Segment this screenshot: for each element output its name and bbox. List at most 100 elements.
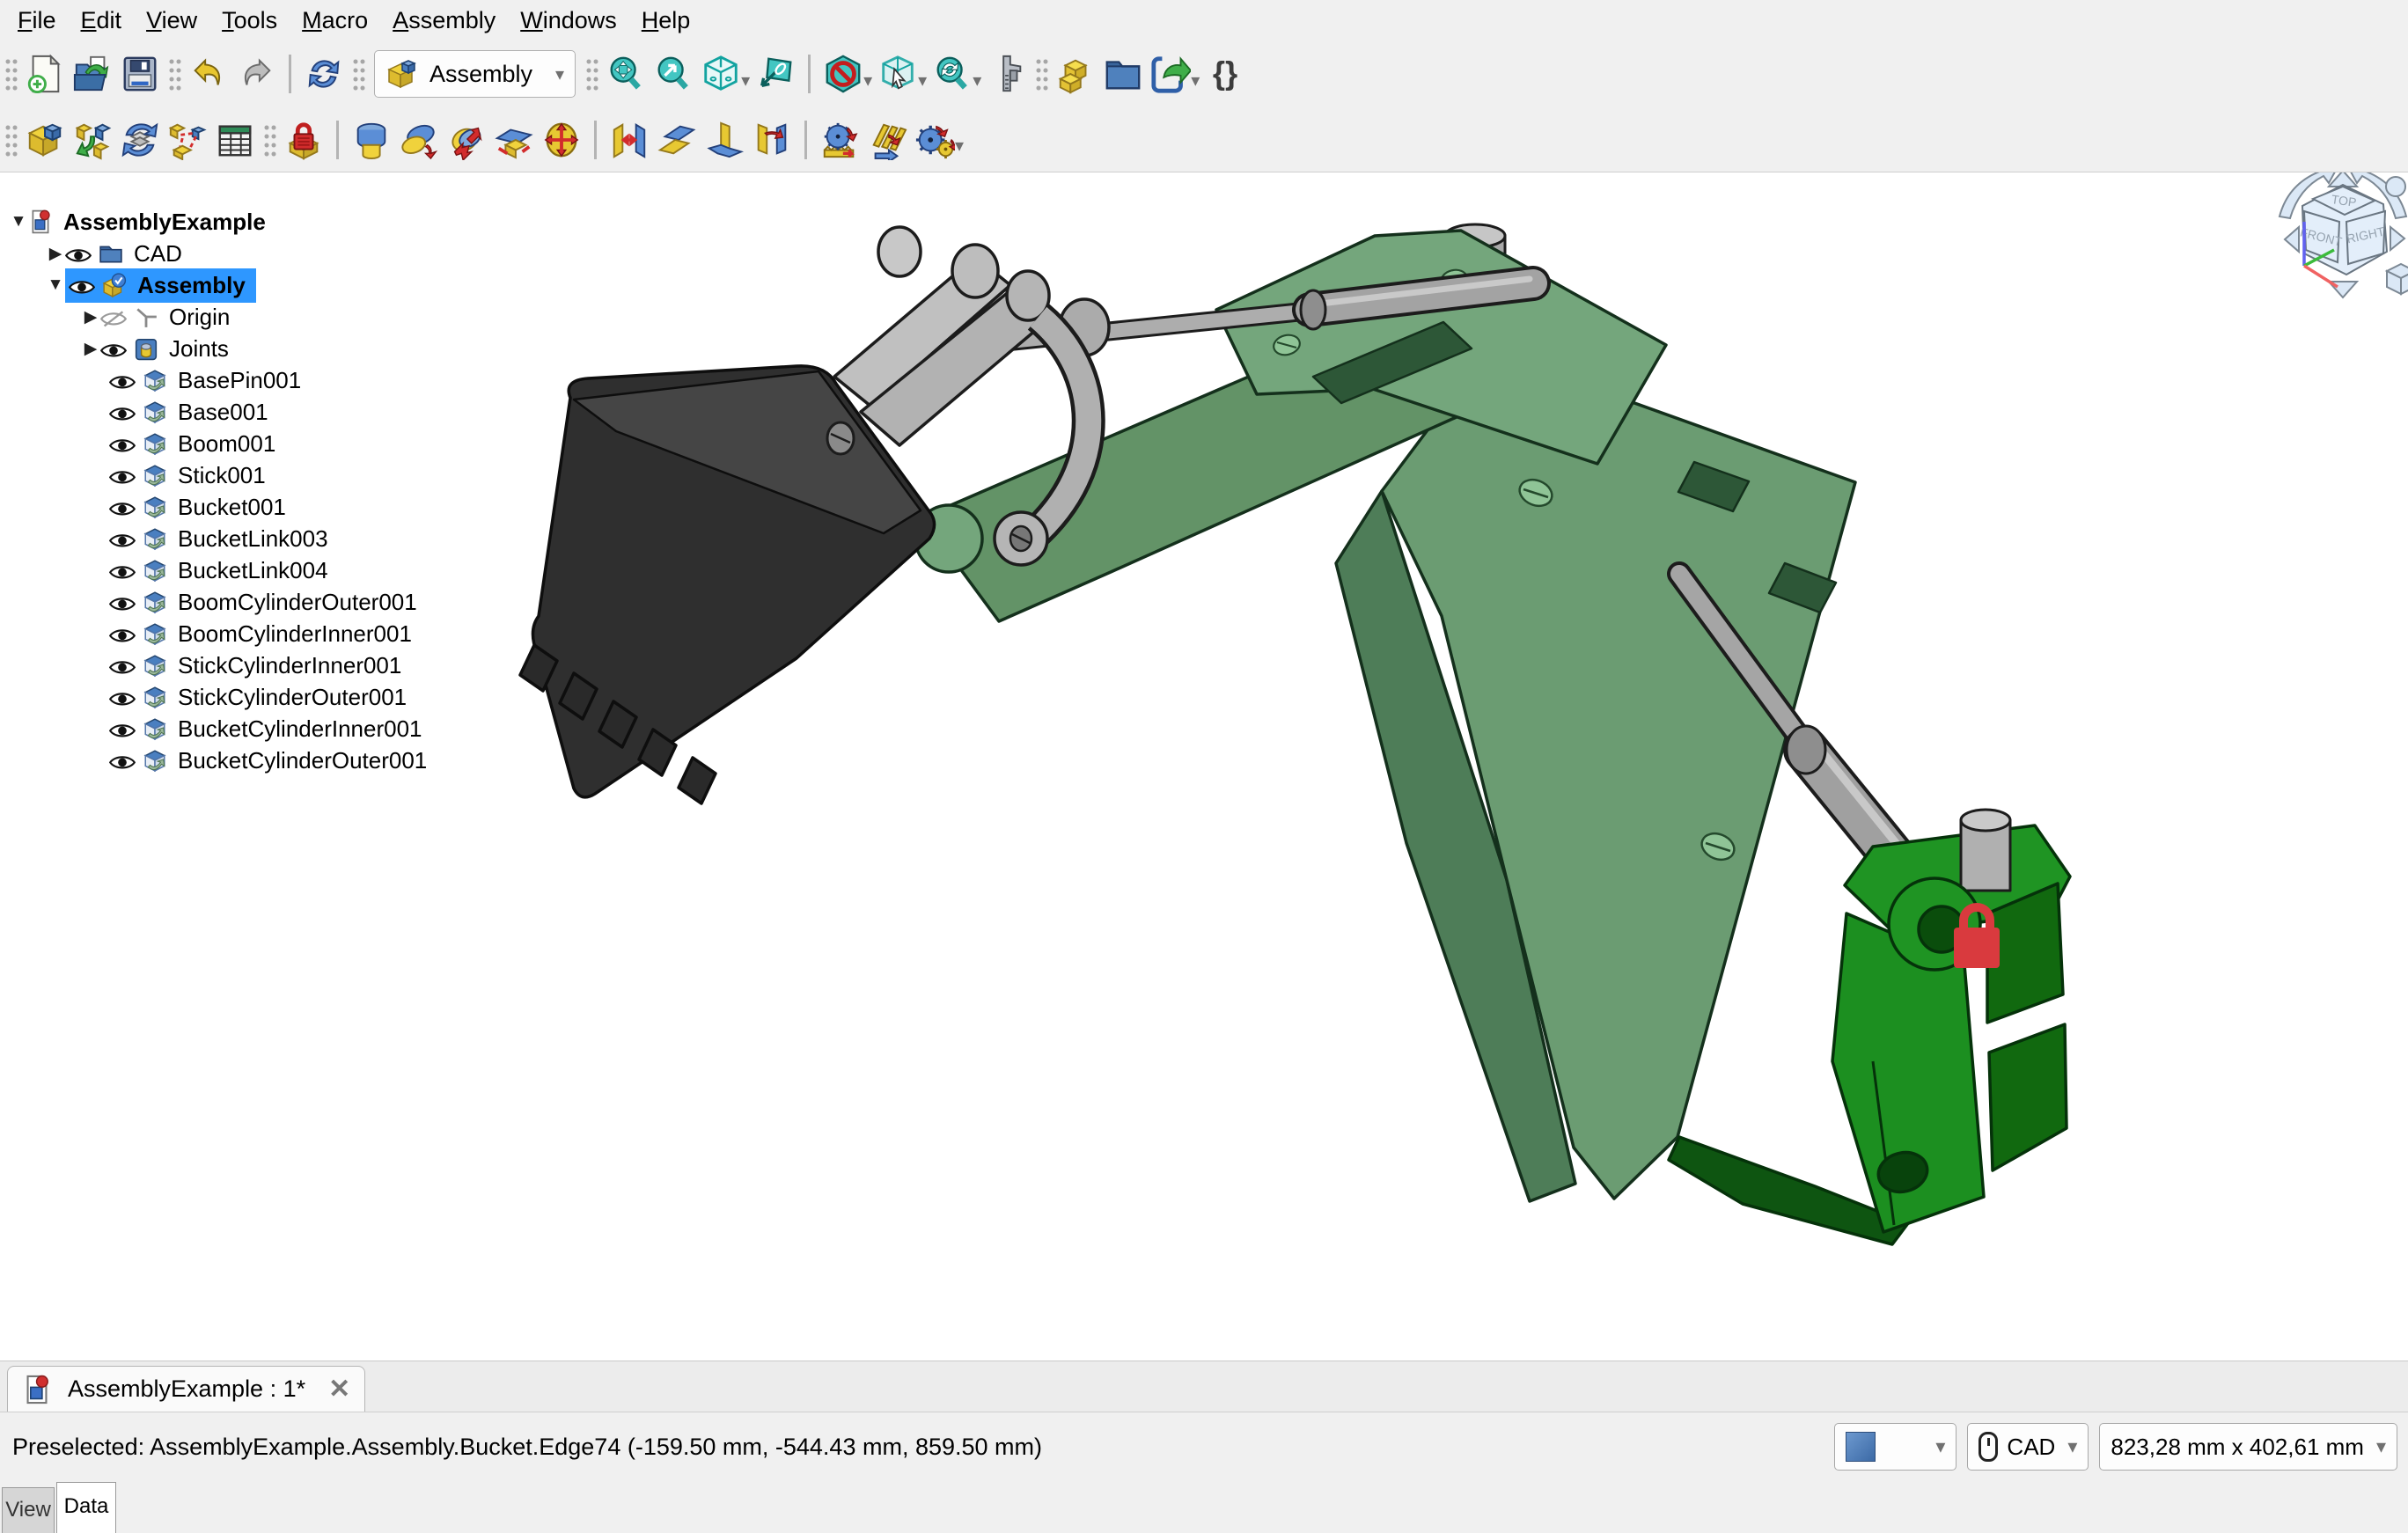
eye-icon[interactable] — [109, 529, 136, 548]
tree-item-label[interactable]: Joints — [169, 334, 234, 364]
ground-joint-button[interactable] — [280, 114, 327, 165]
tree-item-label[interactable]: CAD — [134, 238, 187, 269]
tree-item-label[interactable]: Stick001 — [178, 460, 271, 491]
tree-item-label[interactable]: BucketLink004 — [178, 555, 334, 586]
tree-item-label[interactable]: BucketCylinderInner001 — [178, 714, 428, 744]
create-joint-button[interactable] — [164, 114, 211, 165]
tree-row[interactable]: ▶ Joints — [0, 333, 440, 364]
tree-row[interactable]: Stick001 — [0, 459, 440, 491]
save-button[interactable] — [116, 48, 164, 99]
tree-row[interactable]: BoomCylinderOuter001 — [0, 586, 440, 618]
view-rotation-button[interactable] — [929, 48, 976, 99]
caret-down-icon[interactable]: ▼ — [46, 275, 65, 295]
menu-view[interactable]: View — [134, 4, 209, 38]
tree-item-label[interactable]: StickCylinderOuter001 — [178, 682, 412, 713]
caret-right-icon[interactable]: ▶ — [81, 339, 100, 359]
chevron-down-icon[interactable]: ▾ — [973, 70, 981, 92]
selection-highlight[interactable]: Assembly — [65, 268, 256, 303]
perpendicular-joint-button[interactable] — [701, 114, 748, 165]
distance-joint-button[interactable] — [606, 114, 653, 165]
tree-row[interactable]: BucketCylinderOuter001 — [0, 744, 440, 776]
toolbar-drag-handle[interactable] — [262, 121, 276, 158]
tree-item-label[interactable]: BucketCylinderOuter001 — [178, 745, 432, 776]
chevron-down-icon[interactable]: ▾ — [741, 70, 750, 92]
tree-row[interactable]: BucketLink004 — [0, 554, 440, 586]
menu-help[interactable]: Help — [629, 4, 703, 38]
toolbar-drag-handle[interactable] — [4, 55, 18, 92]
bom-table-button[interactable] — [211, 114, 259, 165]
eye-icon[interactable] — [109, 370, 136, 390]
tree-item-label[interactable]: AssemblyExample — [63, 207, 271, 238]
tree-row-selected[interactable]: ▼ Assembly — [0, 269, 440, 301]
view-dimensions-selector[interactable]: 823,28 mm x 402,61 mm ▾ — [2099, 1423, 2397, 1471]
tree-item-label[interactable]: Base001 — [178, 397, 274, 428]
eye-icon[interactable] — [109, 592, 136, 612]
refresh-button[interactable] — [300, 48, 348, 99]
caret-down-icon[interactable]: ▼ — [9, 212, 28, 231]
tab-data[interactable]: Data — [56, 1482, 116, 1533]
planar-joint-button[interactable] — [490, 114, 538, 165]
toolbar-drag-handle[interactable] — [167, 55, 181, 92]
menu-edit[interactable]: Edit — [69, 4, 135, 38]
unit-scheme-selector[interactable]: ▾ — [1834, 1423, 1956, 1471]
caret-right-icon[interactable]: ▶ — [46, 244, 65, 264]
parallel-joint-button[interactable] — [653, 114, 701, 165]
tab-view[interactable]: View — [2, 1487, 55, 1533]
axonometric-view-button[interactable] — [697, 48, 745, 99]
chevron-down-icon[interactable]: ▾ — [918, 70, 927, 92]
insert-component-button[interactable] — [69, 114, 116, 165]
tree-item-label[interactable]: Bucket001 — [178, 492, 291, 523]
toolbar-drag-handle[interactable] — [1034, 55, 1048, 92]
tree-row[interactable]: StickCylinderInner001 — [0, 649, 440, 681]
slider-joint-button[interactable] — [443, 114, 490, 165]
clipping-plane-button[interactable] — [752, 48, 799, 99]
menu-file[interactable]: File — [5, 4, 69, 38]
tree-item-label[interactable]: BoomCylinderInner001 — [178, 619, 417, 649]
ball-joint-button[interactable] — [538, 114, 585, 165]
tree-row[interactable]: Boom001 — [0, 428, 440, 459]
chevron-down-icon[interactable]: ▾ — [863, 70, 872, 92]
open-document-button[interactable] — [69, 48, 116, 99]
eye-icon[interactable] — [109, 434, 136, 453]
tree-row[interactable]: ▶ CAD — [0, 238, 440, 269]
tree-item-label[interactable]: BoomCylinderOuter001 — [178, 587, 422, 618]
tree-item-label[interactable]: Boom001 — [178, 429, 281, 459]
rack-pinion-joint-button[interactable] — [816, 114, 863, 165]
undo-button[interactable] — [185, 48, 232, 99]
eye-icon[interactable] — [109, 466, 136, 485]
measure-button[interactable] — [983, 48, 1031, 99]
eye-icon[interactable] — [109, 719, 136, 738]
eye-icon[interactable] — [100, 339, 127, 358]
tree-row[interactable]: BucketCylinderInner001 — [0, 713, 440, 744]
create-assembly-button[interactable] — [21, 114, 69, 165]
draw-style-button[interactable] — [819, 48, 867, 99]
tree-row[interactable]: BasePin001 — [0, 364, 440, 396]
fit-all-button[interactable] — [602, 48, 650, 99]
menu-tools[interactable]: Tools — [209, 4, 290, 38]
solve-assembly-button[interactable] — [116, 114, 164, 165]
tree-row[interactable]: StickCylinderOuter001 — [0, 681, 440, 713]
eye-icon[interactable] — [109, 751, 136, 770]
tree-row[interactable]: ▼ AssemblyExample — [0, 206, 440, 238]
chevron-down-icon[interactable]: ▾ — [955, 135, 964, 157]
revolute-joint-button[interactable] — [348, 114, 395, 165]
eye-icon[interactable] — [109, 402, 136, 422]
tree-row[interactable]: BucketLink003 — [0, 523, 440, 554]
eye-icon[interactable] — [109, 624, 136, 643]
new-document-button[interactable] — [21, 48, 69, 99]
screw-joint-button[interactable] — [863, 114, 911, 165]
redo-button[interactable] — [232, 48, 280, 99]
eye-icon[interactable] — [109, 687, 136, 707]
tree-item-label[interactable]: BasePin001 — [178, 365, 306, 396]
navigation-style-selector[interactable]: CAD ▾ — [1967, 1423, 2089, 1471]
menu-assembly[interactable]: Assembly — [380, 4, 508, 38]
tree-row[interactable]: ▶ Origin — [0, 301, 440, 333]
menu-macro[interactable]: Macro — [290, 4, 380, 38]
eye-icon[interactable] — [69, 275, 95, 295]
gears-joint-button[interactable] — [911, 114, 958, 165]
tree-row[interactable]: BoomCylinderInner001 — [0, 618, 440, 649]
tree-row[interactable]: Base001 — [0, 396, 440, 428]
eye-icon[interactable] — [109, 656, 136, 675]
eye-icon[interactable] — [109, 561, 136, 580]
create-part-button[interactable] — [1052, 48, 1099, 99]
